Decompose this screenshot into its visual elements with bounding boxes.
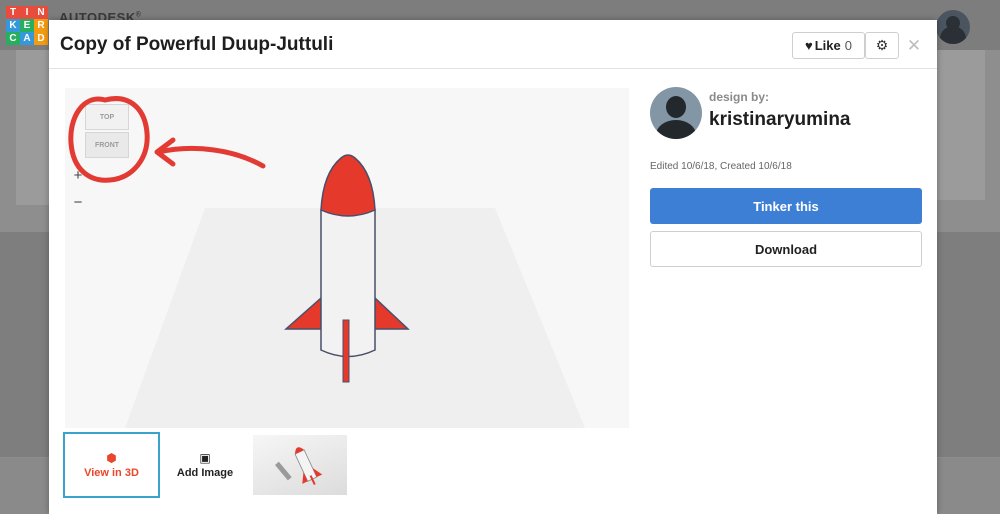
like-label: Like	[814, 38, 841, 53]
add-image-label: Add Image	[176, 467, 234, 479]
image-icon: ▣	[199, 451, 211, 465]
view-cube[interactable]: TOP FRONT	[85, 104, 131, 164]
logo-letter: C	[6, 32, 20, 45]
design-by-label: design by:	[709, 90, 770, 104]
3d-viewer[interactable]: TOP FRONT + −	[65, 88, 629, 428]
cube-icon: ⬢	[106, 451, 117, 465]
heart-icon: ♥	[805, 38, 813, 53]
background-card	[935, 50, 985, 200]
view-cube-top[interactable]: TOP	[85, 104, 129, 130]
view-in-3d-label: View in 3D	[84, 467, 139, 479]
viewer-scene	[125, 154, 585, 428]
close-icon: ✕	[906, 35, 922, 55]
view-cube-front[interactable]: FRONT	[85, 132, 129, 158]
logo-letter: A	[20, 32, 34, 45]
logo-letter: T	[6, 6, 20, 19]
design-dates: Edited 10/6/18, Created 10/6/18	[650, 161, 792, 172]
designer-name-link[interactable]: kristinaryumina	[709, 109, 851, 131]
logo-letter: N	[34, 6, 48, 19]
logo-letter: K	[6, 19, 20, 32]
like-count: 0	[844, 38, 852, 53]
logo-letter: E	[20, 19, 34, 32]
add-image-thumbnail[interactable]: ▣ Add Image	[162, 432, 248, 498]
rocket-thumbnail-image	[275, 447, 323, 486]
gear-icon: ⚙	[875, 37, 889, 53]
settings-button[interactable]: ⚙	[865, 32, 899, 59]
zoom-out-button[interactable]: −	[71, 194, 85, 211]
logo-letter: I	[20, 6, 34, 19]
avatar-head	[666, 96, 686, 118]
tinker-this-button[interactable]: Tinker this	[650, 188, 922, 224]
tinkercad-logo[interactable]: TIN KER CAD	[6, 6, 48, 46]
zoom-in-button[interactable]: +	[71, 167, 85, 184]
avatar-body	[656, 120, 696, 139]
user-avatar[interactable]	[936, 10, 970, 44]
modal-title: Copy of Powerful Duup-Juttuli	[60, 34, 334, 55]
logo-letter: D	[34, 32, 48, 45]
design-image-thumbnail[interactable]	[253, 435, 347, 495]
modal-header: Copy of Powerful Duup-Juttuli ♥ Like 0 ⚙…	[49, 20, 937, 69]
download-button[interactable]: Download	[650, 231, 922, 267]
design-modal: Copy of Powerful Duup-Juttuli ♥ Like 0 ⚙…	[49, 20, 937, 514]
rocket-center-fin	[342, 319, 350, 383]
close-button[interactable]: ✕	[904, 32, 924, 59]
designer-avatar[interactable]	[650, 87, 702, 139]
view-in-3d-thumbnail[interactable]: ⬢ View in 3D	[63, 432, 160, 498]
rocket-nose-cone	[320, 154, 376, 217]
like-button[interactable]: ♥ Like 0	[792, 32, 865, 59]
logo-letter: R	[34, 19, 48, 32]
